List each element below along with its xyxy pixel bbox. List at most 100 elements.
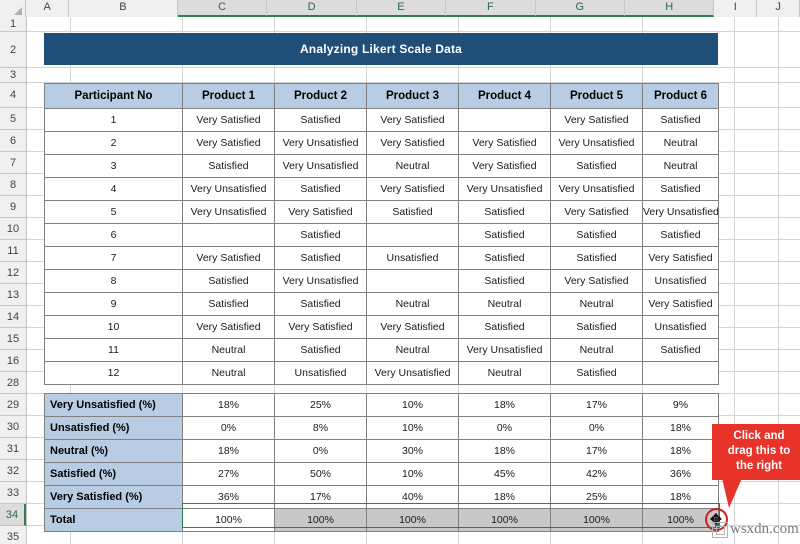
total-cell-product-1[interactable]: 100% bbox=[182, 508, 275, 532]
column-header-F[interactable]: F bbox=[446, 0, 536, 17]
cell-product-5[interactable]: Neutral bbox=[550, 338, 643, 362]
summary-value-product-1[interactable]: 18% bbox=[182, 393, 275, 417]
cell-product-2[interactable]: Satisfied bbox=[274, 246, 367, 270]
cell-product-4[interactable]: Satisfied bbox=[458, 269, 551, 293]
cell-product-4[interactable]: Satisfied bbox=[458, 246, 551, 270]
cell-product-3[interactable]: Neutral bbox=[366, 338, 459, 362]
column-header-J[interactable]: J bbox=[757, 0, 800, 17]
summary-value-product-6[interactable]: 36% bbox=[642, 462, 719, 486]
cell-product-1[interactable]: Very Satisfied bbox=[182, 131, 275, 155]
cell-participant[interactable]: 9 bbox=[44, 292, 183, 316]
cell-product-3[interactable]: Very Unsatisfied bbox=[366, 361, 459, 385]
cell-product-5[interactable]: Satisfied bbox=[550, 315, 643, 339]
table-row[interactable]: 11 Neutral Satisfied Neutral Very Unsati… bbox=[44, 338, 719, 362]
cell-product-1[interactable]: Very Unsatisfied bbox=[182, 200, 275, 224]
row-header-10[interactable]: 10 bbox=[0, 218, 26, 240]
summary-row-very-satisfied[interactable]: Very Satisfied (%) 36% 17% 40% 18% 25% 1… bbox=[44, 485, 719, 509]
cell-product-3[interactable]: Satisfied bbox=[366, 200, 459, 224]
cell-product-2[interactable]: Satisfied bbox=[274, 338, 367, 362]
summary-value-product-1[interactable]: 18% bbox=[182, 439, 275, 463]
summary-value-product-6[interactable]: 18% bbox=[642, 416, 719, 440]
cell-product-5[interactable]: Very Unsatisfied bbox=[550, 131, 643, 155]
row-header-30[interactable]: 30 bbox=[0, 416, 26, 438]
row-header-5[interactable]: 5 bbox=[0, 108, 26, 130]
row-header-32[interactable]: 32 bbox=[0, 460, 26, 482]
total-cell-product-5[interactable]: 100% bbox=[550, 508, 643, 532]
column-header-G[interactable]: G bbox=[535, 0, 626, 17]
cell-product-6[interactable]: Neutral bbox=[642, 131, 719, 155]
cell-participant[interactable]: 11 bbox=[44, 338, 183, 362]
cell-product-2[interactable]: Satisfied bbox=[274, 177, 367, 201]
cell-product-2[interactable]: Very Satisfied bbox=[274, 200, 367, 224]
summary-value-product-2[interactable]: 8% bbox=[274, 416, 367, 440]
cell-product-5[interactable]: Satisfied bbox=[550, 361, 643, 385]
summary-value-product-2[interactable]: 17% bbox=[274, 485, 367, 509]
cell-product-1[interactable] bbox=[182, 223, 275, 247]
cell-product-4[interactable]: Neutral bbox=[458, 292, 551, 316]
cell-product-3[interactable]: Unsatisfied bbox=[366, 246, 459, 270]
cell-product-6[interactable]: Very Satisfied bbox=[642, 246, 719, 270]
cell-product-2[interactable]: Very Unsatisfied bbox=[274, 269, 367, 293]
summary-row-neutral[interactable]: Neutral (%) 18% 0% 30% 18% 17% 18% bbox=[44, 439, 719, 463]
cell-product-2[interactable]: Very Satisfied bbox=[274, 315, 367, 339]
row-header-35[interactable]: 35 bbox=[0, 526, 26, 544]
cell-product-6[interactable] bbox=[642, 361, 719, 385]
cell-product-3[interactable] bbox=[366, 269, 459, 293]
cell-participant[interactable]: 12 bbox=[44, 361, 183, 385]
cell-product-6[interactable]: Unsatisfied bbox=[642, 269, 719, 293]
summary-value-product-6[interactable]: 9% bbox=[642, 393, 719, 417]
cell-product-6[interactable]: Very Satisfied bbox=[642, 292, 719, 316]
summary-value-product-5[interactable]: 17% bbox=[550, 439, 643, 463]
row-header-15[interactable]: 15 bbox=[0, 328, 26, 350]
cell-product-1[interactable]: Satisfied bbox=[182, 292, 275, 316]
cell-product-1[interactable]: Satisfied bbox=[182, 154, 275, 178]
cell-product-3[interactable]: Neutral bbox=[366, 292, 459, 316]
cell-product-5[interactable]: Very Satisfied bbox=[550, 269, 643, 293]
summary-row-unsatisfied[interactable]: Unsatisfied (%) 0% 8% 10% 0% 0% 18% bbox=[44, 416, 719, 440]
row-header-14[interactable]: 14 bbox=[0, 306, 26, 328]
summary-value-product-1[interactable]: 36% bbox=[182, 485, 275, 509]
cell-product-5[interactable]: Very Unsatisfied bbox=[550, 177, 643, 201]
table-row[interactable]: 7 Very Satisfied Satisfied Unsatisfied S… bbox=[44, 246, 719, 270]
table-row[interactable]: 5 Very Unsatisfied Very Satisfied Satisf… bbox=[44, 200, 719, 224]
cell-product-1[interactable]: Neutral bbox=[182, 338, 275, 362]
column-header-D[interactable]: D bbox=[267, 0, 357, 17]
summary-value-product-1[interactable]: 0% bbox=[182, 416, 275, 440]
cell-product-5[interactable]: Satisfied bbox=[550, 246, 643, 270]
cell-product-6[interactable]: Satisfied bbox=[642, 177, 719, 201]
summary-value-product-4[interactable]: 18% bbox=[458, 485, 551, 509]
summary-value-product-3[interactable]: 30% bbox=[366, 439, 459, 463]
table-row[interactable]: 3 Satisfied Very Unsatisfied Neutral Ver… bbox=[44, 154, 719, 178]
summary-value-product-3[interactable]: 10% bbox=[366, 416, 459, 440]
row-header-11[interactable]: 11 bbox=[0, 240, 26, 262]
cell-product-6[interactable]: Neutral bbox=[642, 154, 719, 178]
row-header-8[interactable]: 8 bbox=[0, 174, 26, 196]
row-header-16[interactable]: 16 bbox=[0, 350, 26, 372]
row-header-3[interactable]: 3 bbox=[0, 68, 26, 83]
cell-product-2[interactable]: Unsatisfied bbox=[274, 361, 367, 385]
row-header-6[interactable]: 6 bbox=[0, 130, 26, 152]
row-header-13[interactable]: 13 bbox=[0, 284, 26, 306]
summary-row-total[interactable]: Total 100% 100% 100% 100% 100% 100% bbox=[44, 508, 719, 532]
table-row[interactable]: 12 Neutral Unsatisfied Very Unsatisfied … bbox=[44, 361, 719, 385]
cell-product-3[interactable] bbox=[366, 223, 459, 247]
summary-value-product-2[interactable]: 50% bbox=[274, 462, 367, 486]
summary-value-product-4[interactable]: 0% bbox=[458, 416, 551, 440]
cell-product-4[interactable] bbox=[458, 108, 551, 132]
row-header-7[interactable]: 7 bbox=[0, 152, 26, 174]
cell-product-4[interactable]: Very Unsatisfied bbox=[458, 338, 551, 362]
cell-product-6[interactable]: Satisfied bbox=[642, 338, 719, 362]
cell-product-4[interactable]: Very Satisfied bbox=[458, 131, 551, 155]
summary-value-product-4[interactable]: 45% bbox=[458, 462, 551, 486]
total-cell-product-2[interactable]: 100% bbox=[274, 508, 367, 532]
cell-participant[interactable]: 1 bbox=[44, 108, 183, 132]
column-header-E[interactable]: E bbox=[356, 0, 447, 17]
cell-participant[interactable]: 3 bbox=[44, 154, 183, 178]
cell-product-2[interactable]: Satisfied bbox=[274, 223, 367, 247]
row-header-12[interactable]: 12 bbox=[0, 262, 26, 284]
table-row[interactable]: 2 Very Satisfied Very Unsatisfied Very S… bbox=[44, 131, 719, 155]
cell-participant[interactable]: 10 bbox=[44, 315, 183, 339]
cell-product-1[interactable]: Very Satisfied bbox=[182, 246, 275, 270]
table-row[interactable]: 4 Very Unsatisfied Satisfied Very Satisf… bbox=[44, 177, 719, 201]
cell-product-3[interactable]: Very Satisfied bbox=[366, 108, 459, 132]
